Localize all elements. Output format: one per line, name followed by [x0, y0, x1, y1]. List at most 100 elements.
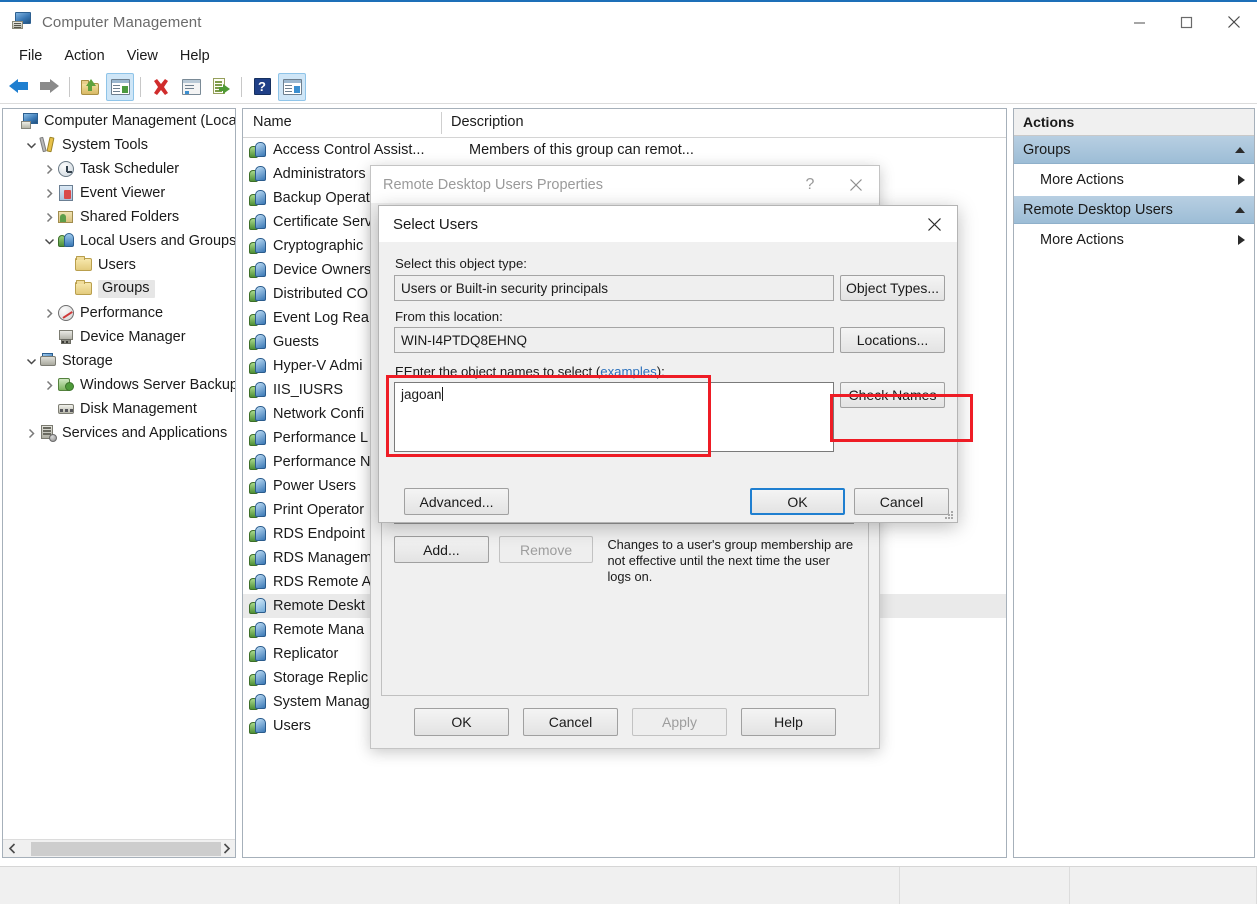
group-icon: [249, 622, 267, 639]
menu-help[interactable]: Help: [169, 45, 221, 67]
check-names-button[interactable]: Check Names: [840, 382, 945, 408]
tree-spacer: [59, 253, 75, 277]
column-header-description[interactable]: Description: [441, 109, 696, 137]
group-icon: [249, 382, 267, 399]
actions-more-actions-item[interactable]: More Actions: [1014, 224, 1254, 256]
table-row[interactable]: Access Control Assist...Members of this …: [243, 138, 1006, 162]
group-icon: [249, 430, 267, 447]
minimize-icon[interactable]: [1116, 2, 1163, 42]
list-header: Name Description: [243, 109, 1006, 138]
properties-help-button-footer[interactable]: Help: [741, 708, 836, 736]
tree-item-local-users-and-groups[interactable]: Local Users and Groups: [3, 229, 235, 253]
show-hide-console-tree-button[interactable]: [106, 73, 134, 101]
group-icon: [249, 598, 267, 615]
locations-button[interactable]: Locations...: [840, 327, 945, 353]
properties-close-icon[interactable]: [833, 166, 879, 203]
actions-group-header[interactable]: Remote Desktop Users: [1014, 196, 1254, 224]
folder-icon: [75, 256, 93, 274]
scroll-track[interactable]: [21, 840, 217, 857]
export-list-button[interactable]: [207, 73, 235, 101]
remove-button: Remove: [499, 536, 594, 563]
select-users-cancel-button[interactable]: Cancel: [854, 488, 949, 515]
group-icon: [249, 550, 267, 567]
column-header-name[interactable]: Name: [243, 109, 441, 137]
show-hide-action-pane-button[interactable]: [278, 73, 306, 101]
resize-grip-icon[interactable]: [944, 510, 954, 520]
advanced-button[interactable]: Advanced...: [404, 488, 509, 515]
menu-bar: File Action View Help: [0, 42, 1257, 70]
tree-item-event-viewer[interactable]: Event Viewer: [3, 181, 235, 205]
tree-item-system-tools[interactable]: System Tools: [3, 133, 235, 157]
properties-ok-button[interactable]: OK: [414, 708, 509, 736]
select-users-title-bar: Select Users: [379, 206, 957, 242]
properties-dialog-title-bar: Remote Desktop Users Properties ?: [371, 166, 879, 203]
disk-management-icon: [57, 400, 75, 418]
actions-more-actions-item[interactable]: More Actions: [1014, 164, 1254, 196]
menu-view[interactable]: View: [116, 45, 169, 67]
chevron-right-icon[interactable]: [41, 157, 57, 181]
forward-button[interactable]: [35, 73, 63, 101]
tree-item-users[interactable]: Users: [3, 253, 235, 277]
scroll-left-icon[interactable]: [3, 840, 21, 857]
actions-group-header[interactable]: Groups: [1014, 136, 1254, 164]
scroll-thumb[interactable]: [31, 842, 221, 856]
chevron-right-icon[interactable]: [41, 373, 57, 397]
tree-spacer: [41, 397, 57, 421]
examples-link[interactable]: examples: [600, 364, 656, 379]
group-icon: [249, 142, 267, 159]
tree-item-task-scheduler[interactable]: Task Scheduler: [3, 157, 235, 181]
chevron-right-icon[interactable]: [1238, 235, 1245, 245]
close-icon[interactable]: [1210, 2, 1257, 42]
chevron-right-icon[interactable]: [1238, 175, 1245, 185]
chevron-down-icon[interactable]: [23, 349, 39, 373]
chevron-up-icon[interactable]: [1235, 147, 1245, 153]
menu-file[interactable]: File: [8, 45, 53, 67]
object-type-field[interactable]: Users or Built-in security principals: [394, 275, 834, 301]
maximize-icon[interactable]: [1163, 2, 1210, 42]
properties-cancel-button[interactable]: Cancel: [523, 708, 618, 736]
storage-icon: [39, 352, 57, 370]
add-button[interactable]: Add...: [394, 536, 489, 563]
chevron-up-icon[interactable]: [1235, 207, 1245, 213]
tree-item-device-manager[interactable]: Device Manager: [3, 325, 235, 349]
chevron-right-icon[interactable]: [41, 301, 57, 325]
back-button[interactable]: [5, 73, 33, 101]
up-one-level-button[interactable]: [76, 73, 104, 101]
object-names-input[interactable]: jagoan: [394, 382, 834, 452]
select-users-ok-button[interactable]: OK: [750, 488, 845, 515]
system-tools-icon: [39, 136, 57, 154]
help-button[interactable]: ?: [248, 73, 276, 101]
tree-item-storage[interactable]: Storage: [3, 349, 235, 373]
services-icon: [39, 424, 57, 442]
membership-note: Changes to a user's group membership are…: [607, 536, 854, 585]
add-button-label: Add...: [423, 542, 460, 558]
group-icon: [249, 166, 267, 183]
location-field[interactable]: WIN-I4PTDQ8EHNQ: [394, 327, 834, 353]
chevron-right-icon[interactable]: [41, 205, 57, 229]
actions-title: Actions: [1014, 109, 1254, 136]
tree-item-disk-management[interactable]: Disk Management: [3, 397, 235, 421]
folder-up-icon: [81, 79, 100, 95]
chevron-right-icon[interactable]: [23, 421, 39, 445]
tree-item-groups[interactable]: Groups: [3, 277, 235, 301]
tree-item-computer-management-local[interactable]: Computer Management (Local: [3, 109, 235, 133]
object-types-button[interactable]: Object Types...: [840, 275, 945, 301]
chevron-down-icon[interactable]: [41, 229, 57, 253]
menu-action[interactable]: Action: [53, 45, 115, 67]
group-icon: [249, 454, 267, 471]
delete-button[interactable]: [147, 73, 175, 101]
tree-horizontal-scrollbar[interactable]: [3, 839, 235, 857]
object-type-value: Users or Built-in security principals: [401, 281, 608, 296]
tree-item-services-and-applications[interactable]: Services and Applications: [3, 421, 235, 445]
properties-help-button[interactable]: ?: [787, 166, 833, 203]
window-title: Computer Management: [42, 14, 201, 31]
properties-button[interactable]: [177, 73, 205, 101]
members-buttons-row: Add... Remove Changes to a user's group …: [394, 536, 854, 572]
tree-item-windows-server-backup[interactable]: Windows Server Backup: [3, 373, 235, 397]
help-icon: ?: [254, 78, 271, 95]
select-users-close-icon[interactable]: [911, 206, 957, 242]
chevron-down-icon[interactable]: [23, 133, 39, 157]
chevron-right-icon[interactable]: [41, 181, 57, 205]
tree-item-shared-folders[interactable]: Shared Folders: [3, 205, 235, 229]
tree-item-performance[interactable]: Performance: [3, 301, 235, 325]
